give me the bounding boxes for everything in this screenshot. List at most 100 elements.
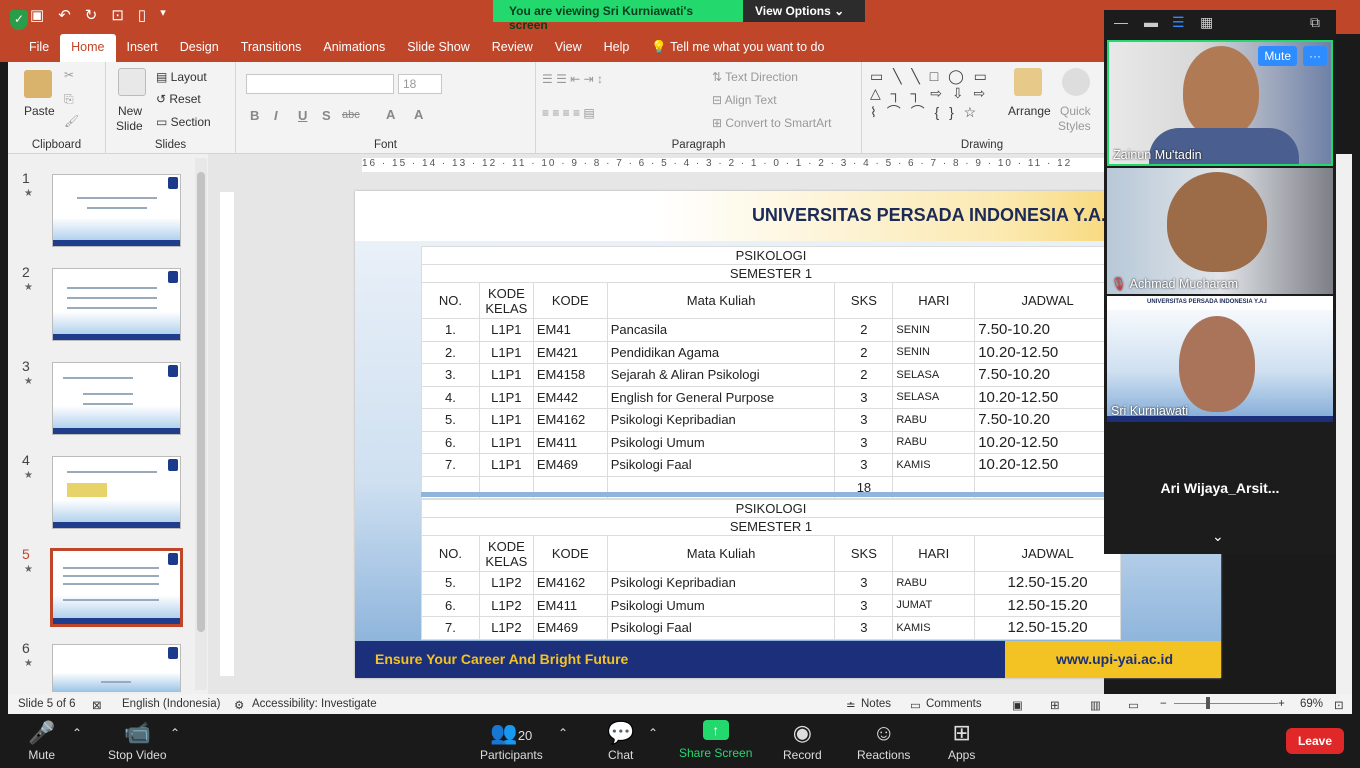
undo-icon[interactable]: ↶ (58, 6, 71, 24)
tab-view[interactable]: View (544, 34, 593, 62)
participant-tile-3[interactable]: UNIVERSITAS PERSADA INDONESIA Y.A.I Sri … (1107, 296, 1333, 422)
slide-thumbnail-1[interactable] (52, 174, 181, 247)
tab-review[interactable]: Review (481, 34, 544, 62)
view-options-button[interactable]: View Options ⌄ (743, 0, 865, 22)
mute-button[interactable]: 🎤 Mute (28, 720, 55, 762)
quick-styles-button-2[interactable]: Styles (1058, 119, 1091, 133)
bold-button[interactable]: B (250, 108, 259, 123)
tab-slide-show[interactable]: Slide Show (396, 34, 481, 62)
chevron-down-icon[interactable]: ⌄ (1212, 528, 1224, 545)
col-no: NO. (421, 535, 480, 572)
gallery-view-icon[interactable]: ▦ (1200, 14, 1213, 31)
participant-tile-2[interactable]: 🎙 Achmad Mucharam (1107, 168, 1333, 294)
spellcheck-icon[interactable]: ⊠ (92, 698, 102, 712)
slideshow-icon[interactable]: ▭ (1128, 698, 1139, 712)
slide-canvas[interactable]: UNIVERSITAS PERSADA INDONESIA Y.A.I PSIK… (355, 191, 1221, 678)
popout-icon[interactable]: ⧉ (1310, 14, 1320, 31)
italic-button[interactable]: I (274, 108, 278, 123)
smartart-button[interactable]: ⊞ Convert to SmartArt (712, 116, 831, 130)
font-size-input[interactable]: 18 (398, 74, 442, 94)
zoom-out-icon[interactable]: − (1160, 698, 1167, 710)
tab-design[interactable]: Design (169, 34, 230, 62)
arrange-icon[interactable] (1014, 68, 1042, 96)
align-icons[interactable]: ≡ ≡ ≡ ≡ ▤ (542, 106, 595, 120)
layout-button[interactable]: ▤ Layout (156, 70, 207, 84)
editor-scrollbar[interactable] (1336, 154, 1352, 694)
participants-chevron-icon[interactable]: ⌃ (558, 726, 568, 740)
copy-icon[interactable]: ⎘ (64, 92, 74, 107)
strikethrough-button[interactable]: abc (342, 109, 360, 121)
zoom-in-icon[interactable]: + (1278, 698, 1285, 710)
cut-icon[interactable]: ✂ (64, 68, 74, 82)
chat-button[interactable]: 💬 Chat (607, 720, 634, 762)
comments-button[interactable]: Comments (926, 698, 982, 710)
tell-me-search[interactable]: 💡 Tell me what you want to do (640, 34, 835, 62)
shadow-button[interactable]: S (322, 108, 331, 123)
format-painter-icon[interactable]: 🖌 (64, 114, 79, 128)
reset-button[interactable]: ↺ Reset (156, 92, 201, 106)
font-color-icon[interactable]: A (414, 107, 423, 122)
reading-view-icon[interactable]: ▥ (1090, 698, 1101, 712)
speaker-view-icon[interactable]: ☰ (1172, 14, 1185, 31)
stop-video-button[interactable]: 📹 Stop Video (108, 720, 167, 762)
tab-home[interactable]: Home (60, 34, 116, 62)
language[interactable]: English (Indonesia) (122, 698, 220, 710)
slide-thumbnail-5[interactable] (50, 548, 183, 627)
accessibility-status[interactable]: Accessibility: Investigate (252, 698, 377, 710)
slide-thumbnail-3[interactable] (52, 362, 181, 435)
reactions-button[interactable]: ☺ Reactions (857, 720, 910, 762)
zoom-slider[interactable] (1174, 703, 1278, 704)
highlight-icon[interactable]: A (386, 107, 395, 122)
normal-view-icon[interactable]: ▣ (1012, 698, 1023, 712)
new-icon[interactable]: ▯ (138, 6, 146, 24)
scrollbar-thumb[interactable] (197, 172, 205, 632)
participants-button[interactable]: 👥20 Participants (480, 720, 543, 762)
quick-styles-icon[interactable] (1062, 68, 1090, 96)
col-kode-kelas-1: KODE (487, 538, 525, 554)
new-slide-button-2[interactable]: Slide (116, 119, 143, 133)
thumbnail-scrollbar[interactable] (195, 158, 207, 690)
audio-options-chevron-icon[interactable]: ⌃ (72, 726, 82, 740)
participant-tile-1[interactable]: Mute ··· Zainun Mu'tadin (1107, 40, 1333, 166)
chat-chevron-icon[interactable]: ⌃ (648, 726, 658, 740)
text-direction-button[interactable]: ⇅ Text Direction (712, 70, 798, 84)
new-slide-button[interactable]: New (118, 104, 142, 118)
redo-icon[interactable]: ↻ (85, 6, 98, 24)
tab-transitions[interactable]: Transitions (230, 34, 313, 62)
font-name-input[interactable] (246, 74, 394, 94)
present-icon[interactable]: ⊡ (111, 6, 124, 24)
zoom-slider-thumb[interactable] (1206, 697, 1210, 709)
share-screen-button[interactable]: ↑ Share Screen (679, 720, 752, 760)
tab-file[interactable]: File (18, 34, 60, 62)
leave-button[interactable]: Leave (1285, 728, 1344, 754)
mute-participant-button[interactable]: Mute (1258, 46, 1297, 66)
new-slide-icon[interactable] (118, 68, 146, 96)
shapes-gallery[interactable]: ▭ ╲ ╲ □ ◯ ▭ △ ┐ ┐ ⇨ ⇩ ⇨ ⌇ ⌒ ⌒ { } ☆ (870, 68, 990, 122)
apps-button[interactable]: ⊞ Apps (948, 720, 975, 762)
zoom-level[interactable]: 69% (1300, 698, 1323, 710)
tab-insert[interactable]: Insert (116, 34, 169, 62)
record-button[interactable]: ◉ Record (783, 720, 822, 762)
participant-more-button[interactable]: ··· (1303, 46, 1327, 66)
slide-thumbnail-4[interactable] (52, 456, 181, 529)
quick-styles-button[interactable]: Quick (1060, 104, 1091, 118)
align-text-button[interactable]: ⊟ Align Text (712, 93, 777, 107)
customize-icon[interactable]: ▾ (160, 6, 166, 24)
slide-sorter-icon[interactable]: ⊞ (1050, 698, 1060, 712)
slide-thumbnail-6[interactable] (52, 644, 181, 692)
bullets-icon[interactable]: ☰ ☰ ⇤ ⇥ ↕ (542, 72, 603, 86)
fit-slide-icon[interactable]: ⊡ (1334, 698, 1344, 712)
slide-thumbnail-2[interactable] (52, 268, 181, 341)
video-options-chevron-icon[interactable]: ⌃ (170, 726, 180, 740)
hide-video-icon[interactable]: ▬ (1144, 14, 1158, 30)
paste-button[interactable]: Paste (24, 104, 55, 118)
save-icon[interactable]: ▣ (30, 6, 44, 24)
minimize-icon[interactable]: — (1114, 14, 1128, 30)
tab-help[interactable]: Help (593, 34, 641, 62)
paste-icon[interactable] (24, 70, 52, 98)
arrange-button[interactable]: Arrange (1008, 104, 1051, 118)
underline-button[interactable]: U (298, 108, 307, 123)
tab-animations[interactable]: Animations (312, 34, 396, 62)
notes-button[interactable]: Notes (861, 698, 891, 710)
section-button[interactable]: ▭ Section (156, 115, 211, 129)
